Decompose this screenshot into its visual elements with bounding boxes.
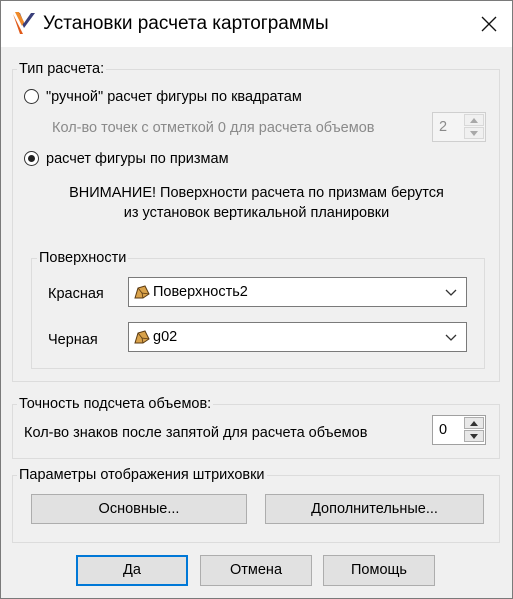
- hatching-extra-button[interactable]: Дополнительные...: [265, 494, 484, 524]
- black-surface-value: g02: [153, 329, 178, 345]
- black-surface-select[interactable]: g02: [128, 322, 467, 352]
- points-count-stepper[interactable]: 2: [432, 112, 486, 142]
- dialog-window: Установки расчета картограммы Тип расчет…: [0, 0, 513, 599]
- help-button[interactable]: Помощь: [323, 555, 435, 586]
- points-count-up-button[interactable]: [464, 114, 484, 126]
- close-icon: [481, 16, 497, 32]
- surface-icon: [134, 330, 150, 344]
- arrow-up-icon: [470, 420, 478, 426]
- hatching-main-button[interactable]: Основные...: [31, 494, 247, 524]
- chevron-down-icon: [445, 289, 457, 296]
- manual-calc-radio[interactable]: [24, 89, 39, 104]
- points-count-label: Кол-во точек с отметкой 0 для расчета об…: [52, 120, 375, 136]
- decimals-up-button[interactable]: [464, 417, 484, 429]
- decimals-stepper[interactable]: 0: [432, 415, 486, 445]
- app-logo-icon: [13, 12, 35, 34]
- manual-calc-label[interactable]: "ручной" расчет фигуры по квадратам: [46, 88, 302, 106]
- black-surface-label: Черная: [48, 332, 98, 348]
- surfaces-group-title: Поверхности: [37, 249, 129, 267]
- hatching-group-title: Параметры отображения штриховки: [17, 466, 267, 484]
- window-title: Установки расчета картограммы: [43, 13, 329, 34]
- ok-button[interactable]: Да: [76, 555, 188, 586]
- cancel-button[interactable]: Отмена: [200, 555, 312, 586]
- calc-type-group-title: Тип расчета:: [17, 60, 107, 78]
- red-surface-select[interactable]: Поверхность2: [128, 277, 467, 307]
- prism-calc-radio[interactable]: [24, 151, 39, 166]
- decimals-value[interactable]: 0: [439, 421, 447, 439]
- arrow-up-icon: [470, 117, 478, 123]
- close-button[interactable]: [466, 1, 512, 47]
- points-count-value[interactable]: 2: [439, 118, 447, 136]
- precision-group-title: Точность подсчета объемов:: [17, 395, 214, 413]
- surfaces-group: [31, 258, 485, 369]
- title-bar[interactable]: Установки расчета картограммы: [1, 1, 512, 47]
- arrow-down-icon: [470, 433, 478, 439]
- decimals-down-button[interactable]: [464, 430, 484, 442]
- red-surface-value: Поверхность2: [153, 284, 248, 300]
- red-surface-label: Красная: [48, 286, 104, 302]
- decimals-label: Кол-во знаков после запятой для расчета …: [24, 425, 368, 441]
- chevron-down-icon: [445, 334, 457, 341]
- points-count-down-button[interactable]: [464, 127, 484, 139]
- warning-line-1: ВНИМАНИЕ! Поверхности расчета по призмам…: [69, 185, 444, 201]
- warning-line-2: из установок вертикальной планировки: [123, 205, 390, 221]
- prism-calc-label[interactable]: расчет фигуры по призмам: [46, 150, 229, 168]
- arrow-down-icon: [470, 130, 478, 136]
- surface-icon: [134, 285, 150, 299]
